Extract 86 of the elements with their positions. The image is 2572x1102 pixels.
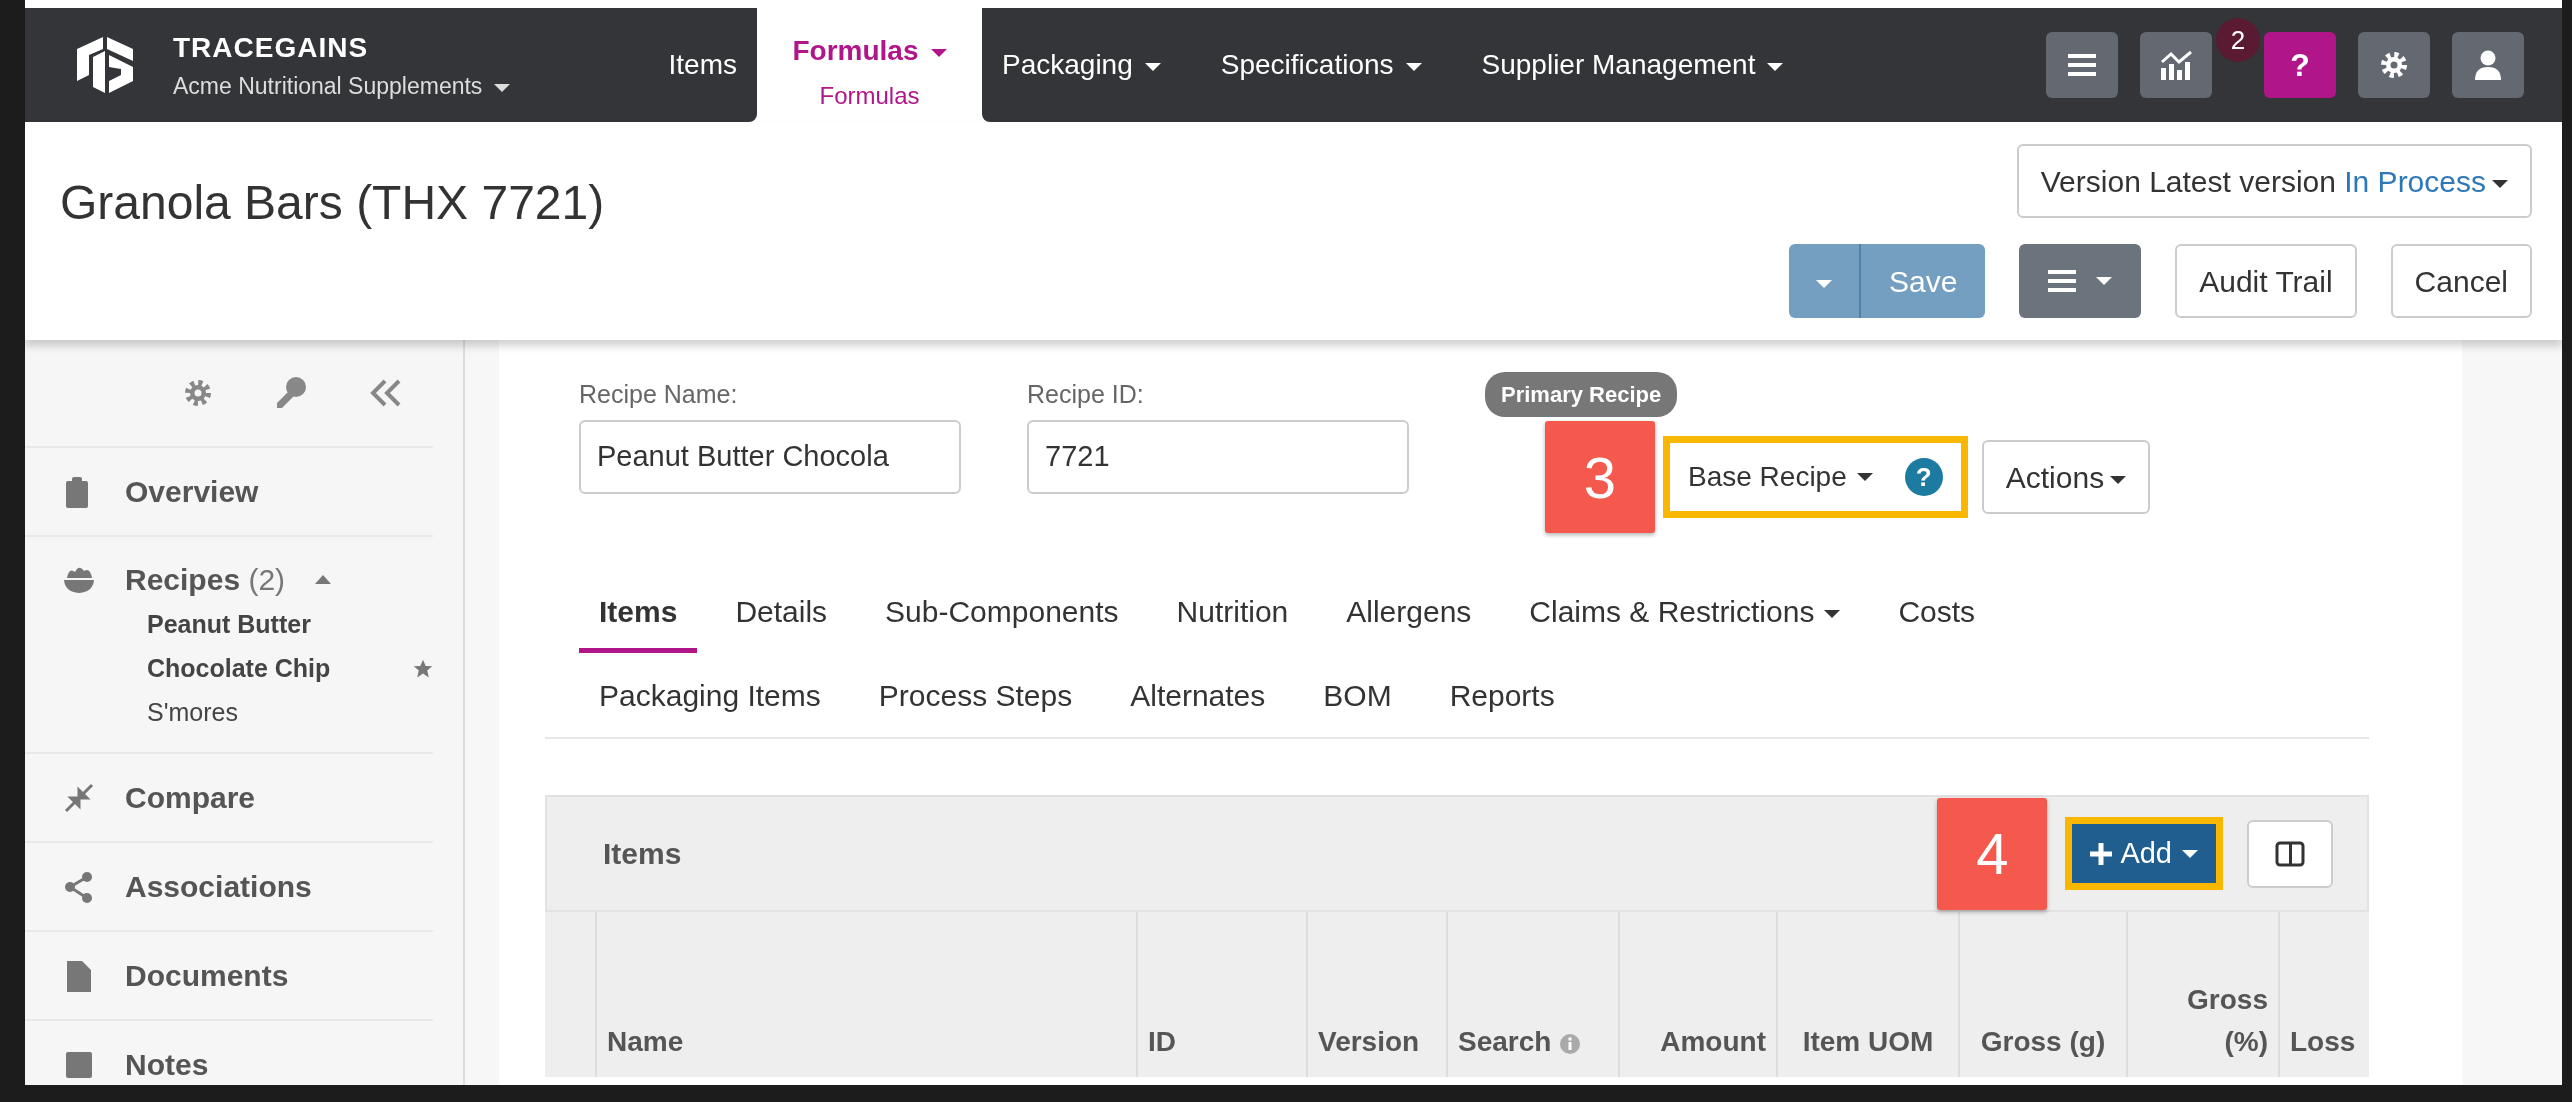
version-dropdown[interactable]: Version Latest version In Process	[2016, 144, 2532, 218]
field-label: Recipe Name:	[579, 379, 739, 410]
column-header: Amount	[1619, 912, 1777, 1077]
caret-icon	[2096, 277, 2113, 285]
info-icon	[1559, 1032, 1582, 1055]
menu-button[interactable]	[2046, 32, 2118, 98]
tab[interactable]: Claims & Restrictions	[1509, 569, 1861, 653]
tab[interactable]: Packaging Items	[579, 653, 841, 737]
tab[interactable]: Nutrition	[1156, 569, 1309, 653]
columns-button[interactable]	[2247, 819, 2333, 888]
column-header: Name	[596, 912, 1137, 1077]
chart-icon	[2159, 50, 2193, 80]
tab[interactable]: Costs	[1878, 569, 1996, 653]
compare-icon	[63, 781, 95, 814]
sidebar-item[interactable]: Compare	[25, 752, 433, 841]
caret-icon	[1767, 62, 1784, 71]
brand-name: TRACEGAINS	[173, 30, 370, 65]
column-header: ID	[1137, 912, 1307, 1077]
audit-trail-button[interactable]: Audit Trail	[2175, 244, 2357, 318]
nav-link[interactable]: Formulas	[792, 30, 947, 72]
cancel-button[interactable]: Cancel	[2390, 244, 2532, 318]
caret-icon	[930, 48, 947, 57]
column-header: Version	[1307, 912, 1447, 1077]
tab[interactable]: Details	[715, 569, 848, 653]
caret-icon	[494, 83, 511, 92]
caret-icon	[1824, 610, 1841, 619]
help-button[interactable]: ?	[2264, 32, 2336, 98]
sidebar-item[interactable]: Recipes (2)	[125, 557, 286, 602]
caret-icon	[1405, 62, 1422, 71]
caret-icon	[2182, 849, 2198, 858]
notification-badge: 2	[2216, 18, 2260, 62]
tab[interactable]: Sub-Components	[865, 569, 1139, 653]
menu-icon	[2048, 269, 2077, 293]
page-title: Granola Bars (THX 7721)	[60, 175, 605, 231]
column-header: Search	[1447, 912, 1619, 1077]
help-icon[interactable]: ?	[1904, 458, 1943, 496]
panel-title: Items	[603, 836, 682, 872]
plus-icon	[2090, 842, 2113, 865]
caret-icon	[1144, 62, 1161, 71]
user-icon	[2474, 50, 2502, 80]
caret-icon	[2492, 179, 2508, 188]
tab[interactable]: Process Steps	[858, 653, 1093, 737]
settings-icon[interactable]	[183, 378, 213, 408]
columns-icon	[2275, 840, 2305, 867]
settings-button[interactable]	[2358, 32, 2430, 98]
callout-number: 3	[1545, 421, 1655, 533]
settings-icon	[2379, 50, 2409, 80]
nav-link[interactable]: Supplier Management	[1481, 44, 1784, 86]
column-header: Item UOM	[1777, 912, 1959, 1077]
sidebar-item[interactable]: Notes	[25, 1019, 433, 1085]
sidebar-item[interactable]: Associations	[25, 841, 433, 930]
nav-link[interactable]: Specifications	[1220, 44, 1422, 86]
field-label: Recipe ID:	[1027, 379, 1145, 410]
user-button[interactable]	[2452, 32, 2524, 98]
column-header: Gross (g)	[1959, 912, 2127, 1077]
tab[interactable]: BOM	[1303, 653, 1412, 737]
caret-icon	[2110, 475, 2127, 484]
column-header: Loss	[2279, 912, 2369, 1077]
input-field[interactable]: Peanut Butter Chocola	[579, 419, 961, 494]
recipe-link[interactable]: S'mores	[147, 690, 238, 734]
input-field[interactable]: 7721	[1027, 419, 1409, 494]
tab[interactable]: Reports	[1429, 653, 1575, 737]
chart-button[interactable]	[2140, 32, 2212, 98]
tab[interactable]: Items	[579, 569, 698, 653]
associations-icon	[63, 870, 95, 903]
callout-number: 4	[1937, 797, 2048, 910]
nav-link[interactable]: Items	[668, 44, 737, 86]
collapse-caret-icon[interactable]	[315, 575, 332, 584]
key-icon[interactable]	[275, 376, 307, 410]
tab[interactable]: Alternates	[1110, 653, 1286, 737]
primary-recipe-tag: Primary Recipe	[1485, 372, 1678, 417]
menu-button[interactable]	[2019, 244, 2142, 318]
sidebar-item[interactable]: Overview	[25, 446, 433, 535]
column-header: Gross (%)	[2127, 912, 2279, 1077]
tab[interactable]: Allergens	[1326, 569, 1492, 653]
caret-icon	[1816, 279, 1833, 288]
nav-link[interactable]: Packaging	[1002, 44, 1161, 86]
menu-icon	[2068, 53, 2096, 77]
actions-dropdown[interactable]: Actions	[1981, 440, 2151, 514]
sidebar-item[interactable]: Documents	[25, 930, 433, 1019]
nav-sublink[interactable]: Formulas	[819, 78, 920, 114]
recipe-link[interactable]: Peanut Butter Chocolate Chip	[147, 602, 397, 690]
add-button[interactable]: Add	[2072, 823, 2216, 884]
caret-icon	[1856, 473, 1873, 481]
collapse-icon[interactable]	[369, 378, 403, 408]
account-dropdown[interactable]: Acme Nutritional Supplements	[173, 68, 511, 104]
